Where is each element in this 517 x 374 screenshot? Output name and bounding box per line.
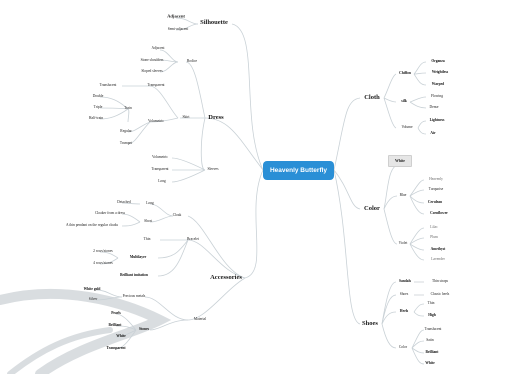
node-shoes-satin[interactable]: Satin <box>426 339 433 343</box>
node-shoes-brilliant[interactable]: Brilliant <box>426 351 439 355</box>
root-node[interactable]: Heavenly Butterfly <box>263 161 334 180</box>
node-silk-dense[interactable]: Dense <box>430 106 439 110</box>
node-shoes-sandals[interactable]: Sandals <box>399 280 411 284</box>
node-violet-plum[interactable]: Plum <box>430 236 438 240</box>
node-volume-air[interactable]: Air <box>430 132 435 136</box>
node-bracelet-2rows[interactable]: 2 rows/stones <box>93 250 113 254</box>
node-stones-brilliant[interactable]: Brilliant <box>109 324 122 328</box>
node-chiffon-organza[interactable]: Organza <box>431 60 444 64</box>
node-silk[interactable]: silk <box>401 100 406 104</box>
node-precious-metals[interactable]: Precious metals <box>123 295 146 299</box>
node-volume[interactable]: Volume <box>401 126 412 130</box>
node-white-gold[interactable]: White gold <box>84 288 101 292</box>
node-shoes-heels[interactable]: Heels <box>400 310 408 314</box>
node-train-double[interactable]: Double <box>93 95 104 99</box>
node-cloak-long[interactable]: Long <box>146 202 154 206</box>
node-blue-heavenly[interactable]: Heavenly <box>429 178 443 182</box>
node-heels-thin[interactable]: Thin <box>428 302 435 306</box>
node-chiffon-weightless[interactable]: Weightless <box>432 71 448 75</box>
node-bracelet-multilayer[interactable]: Multilayer <box>130 256 146 260</box>
node-stones-transparent[interactable]: Transparent <box>106 347 125 351</box>
node-skirt[interactable]: Skirt <box>183 116 190 120</box>
node-silver[interactable]: Silver <box>89 298 98 302</box>
node-heels-high[interactable]: High <box>428 314 436 318</box>
node-sleeves-volumetric[interactable]: Volumetric <box>152 156 168 160</box>
node-shoes-white[interactable]: White <box>425 362 434 366</box>
watermark-swoosh <box>0 288 172 374</box>
node-cloak-short[interactable]: Short <box>144 220 152 224</box>
node-silk-flowing[interactable]: Flowing <box>431 95 443 99</box>
node-bodice-stone-shoulders[interactable]: Stone shoulders <box>141 59 164 63</box>
node-blue-cornflower[interactable]: Cornflower <box>430 212 448 216</box>
node-chiffon-warped[interactable]: Warped <box>432 83 444 87</box>
node-dress[interactable]: Dress <box>208 114 223 122</box>
node-skirt-volumetric[interactable]: Volumetric <box>148 120 164 124</box>
node-silhouette-adjacent[interactable]: Adjacent <box>167 14 185 20</box>
node-cloth[interactable]: Cloth <box>364 94 380 102</box>
node-violet-lavender[interactable]: Lavender <box>431 258 445 262</box>
node-shoes-classic-heels[interactable]: Classic heels <box>431 293 450 297</box>
node-bracelet-4rows[interactable]: 4 rows/stones <box>93 262 113 266</box>
node-color-blue[interactable]: Blue <box>400 194 407 198</box>
node-bracelet[interactable]: Bracelet <box>187 238 199 242</box>
node-sandals-thin-straps[interactable]: Thin straps <box>432 280 448 284</box>
node-volume-lightness[interactable]: Lightness <box>430 119 445 123</box>
node-skirt-transparent[interactable]: Transparent <box>147 84 164 88</box>
node-silhouette[interactable]: Silhouette <box>200 19 228 27</box>
node-train-triple[interactable]: Triple <box>94 106 103 110</box>
node-cloak-detached[interactable]: Detached <box>117 201 131 205</box>
node-sleeves[interactable]: Sleeves <box>208 168 219 172</box>
node-violet-amethyst[interactable]: Amethyst <box>431 248 446 252</box>
node-bracelet-brilliant[interactable]: Brilliant imitation <box>120 274 148 278</box>
node-bodice[interactable]: Bodice <box>187 60 197 64</box>
node-skirt-regular[interactable]: Regular <box>120 130 131 134</box>
node-shoes[interactable]: Shoes <box>362 320 378 328</box>
node-stones[interactable]: Stones <box>139 328 149 332</box>
node-silhouette-semi-adjacent[interactable]: Semi-adjacent <box>168 28 189 32</box>
node-blue-cerulean[interactable]: Cerulean <box>428 201 442 205</box>
node-blue-turquoise[interactable]: Turquoise <box>429 188 443 192</box>
node-material[interactable]: Material <box>194 318 206 322</box>
node-bodice-adjacent[interactable]: Adjacent <box>152 47 165 51</box>
node-cloak-cloaker[interactable]: Cloaker from a dress <box>95 212 125 216</box>
node-color-white[interactable]: White <box>388 155 412 167</box>
node-color[interactable]: Color <box>364 205 380 213</box>
node-train-half[interactable]: Half-train <box>89 117 103 121</box>
node-cloak-pendant[interactable]: A thin pendant on the regular cloaks <box>66 224 118 228</box>
node-bracelet-thin[interactable]: Thin <box>144 238 151 242</box>
node-skirt-trumpet[interactable]: Trumpet <box>120 142 132 146</box>
node-shoes-color[interactable]: Color <box>399 346 407 350</box>
node-sleeves-long[interactable]: Long <box>158 180 166 184</box>
node-shoes-translucent[interactable]: Translucent <box>425 328 442 332</box>
node-cloak[interactable]: Cloak <box>173 214 182 218</box>
node-stones-white[interactable]: White <box>116 335 125 339</box>
node-shoes-shoes[interactable]: Shoes <box>400 293 409 297</box>
node-skirt-translucent[interactable]: Translucent <box>100 84 117 88</box>
node-skirt-train[interactable]: Train <box>124 107 132 111</box>
node-stones-pearls[interactable]: Pearls <box>111 312 121 316</box>
node-chiffon[interactable]: Chiffon <box>399 72 411 76</box>
node-violet-lilac[interactable]: Lilac <box>430 226 437 230</box>
node-sleeves-transparent[interactable]: Transparent <box>151 168 168 172</box>
node-accessories[interactable]: Accessories <box>210 274 242 282</box>
node-color-violet[interactable]: Violet <box>399 242 408 246</box>
node-bodice-sloped-sleeves[interactable]: Sloped sleeves <box>141 70 162 74</box>
